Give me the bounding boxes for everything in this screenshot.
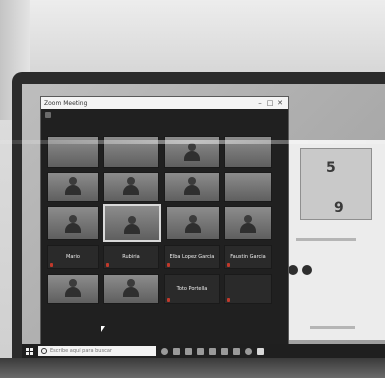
app-icon[interactable]	[288, 265, 298, 275]
close-button[interactable]: ✕	[275, 97, 285, 109]
windows-start-button[interactable]	[22, 344, 36, 358]
participant-video	[65, 279, 81, 297]
participant-tile[interactable]	[47, 274, 99, 304]
muted-mic-icon	[227, 263, 230, 267]
participant-name: Toto Portella	[176, 286, 208, 292]
chrome-icon[interactable]	[245, 347, 252, 355]
participant-video	[123, 177, 139, 195]
taskbar	[22, 344, 385, 358]
screen-glare	[0, 140, 385, 144]
participant-video	[185, 215, 201, 233]
participant-tile[interactable]: Toto Portella	[164, 274, 220, 304]
participant-name: Mario	[66, 254, 80, 260]
participant-tile-active-speaker[interactable]	[103, 204, 161, 242]
participant-tile[interactable]: Elba Lopez Garcia	[164, 245, 220, 269]
participant-tile[interactable]	[164, 172, 220, 202]
participant-tile[interactable]: Faustin Garcia	[224, 245, 272, 269]
task-view-icon[interactable]	[173, 347, 180, 355]
settings-icon[interactable]	[233, 347, 240, 355]
participant-video	[124, 216, 140, 234]
panel-digit-2: 9	[334, 200, 344, 216]
muted-mic-icon	[167, 263, 170, 267]
participant-tile[interactable]: Rubiria	[103, 245, 159, 269]
desk-edge	[0, 358, 385, 378]
edge-icon[interactable]	[185, 347, 192, 355]
file-explorer-icon[interactable]	[197, 347, 204, 355]
zoom-titlebar[interactable]: Zoom Meeting – □ ✕	[41, 97, 288, 109]
participant-tile[interactable]	[224, 172, 272, 202]
participant-tile[interactable]	[224, 206, 272, 240]
participant-name: Faustin Garcia	[230, 254, 266, 260]
participant-tile[interactable]	[47, 172, 99, 202]
zoom-app-icon[interactable]	[257, 347, 264, 355]
text-line	[310, 326, 355, 329]
search-icon	[41, 348, 47, 354]
minimize-button[interactable]: –	[255, 97, 265, 109]
participant-name: Rubiria	[122, 254, 140, 260]
participant-tile[interactable]	[103, 172, 159, 202]
window-title: Zoom Meeting	[44, 99, 88, 107]
participant-video	[184, 143, 200, 161]
muted-mic-icon	[167, 298, 170, 302]
zoom-toolbar	[41, 109, 288, 121]
participant-tile[interactable]	[166, 206, 220, 240]
panel-digit-1: 5	[326, 160, 336, 176]
background-app-window[interactable]: 5 9	[282, 140, 385, 340]
participant-tile[interactable]	[103, 274, 159, 304]
maximize-button[interactable]: □	[265, 97, 275, 109]
mail-icon[interactable]	[221, 347, 228, 355]
cortana-icon[interactable]	[161, 347, 168, 355]
muted-mic-icon	[106, 263, 109, 267]
mouse-cursor	[101, 326, 105, 332]
participant-video	[65, 177, 81, 195]
background-wall	[0, 0, 385, 75]
muted-mic-icon	[227, 298, 230, 302]
facebook-icon[interactable]	[302, 265, 312, 275]
muted-mic-icon	[50, 263, 53, 267]
participant-video	[184, 177, 200, 195]
store-icon[interactable]	[209, 347, 216, 355]
participant-name: Elba Lopez Garcia	[169, 254, 215, 260]
participant-video	[65, 215, 81, 233]
windows-icon	[25, 347, 33, 355]
participant-tile[interactable]	[47, 206, 99, 240]
participant-tile[interactable]	[224, 274, 272, 304]
taskbar-search[interactable]	[38, 346, 156, 356]
participant-video	[123, 279, 139, 297]
participant-video	[240, 215, 256, 233]
participant-tile[interactable]: Mario	[47, 245, 99, 269]
text-line	[296, 238, 356, 241]
taskbar-search-input[interactable]	[50, 348, 150, 354]
shield-icon[interactable]	[45, 112, 51, 118]
